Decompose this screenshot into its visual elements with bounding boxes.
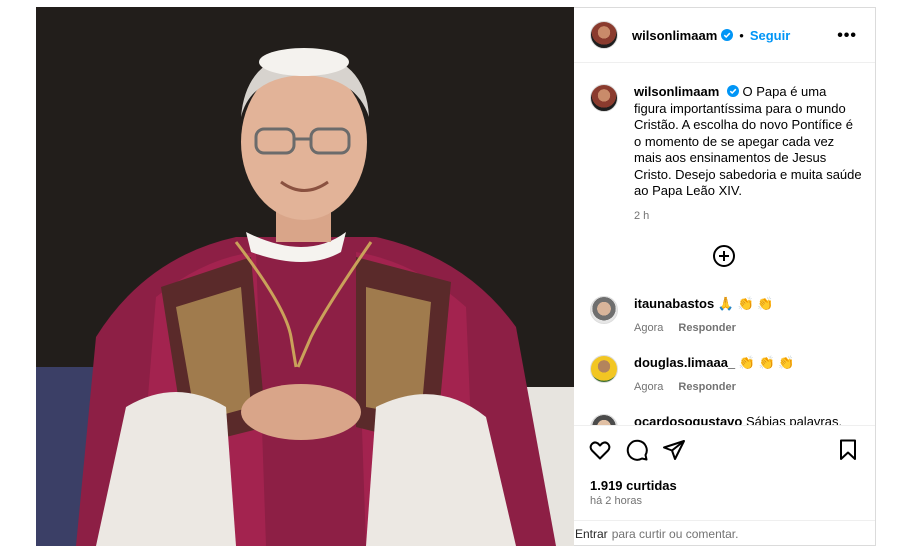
pope-photo-illustration — [36, 7, 574, 546]
caption-text: O Papa é uma figura importantíssima para… — [634, 84, 862, 198]
comment-text: 👏 👏 👏 — [738, 355, 795, 370]
post-header: wilsonlimaam • Seguir ••• — [574, 8, 875, 63]
comment-text: 🙏 👏 👏 — [717, 296, 774, 311]
commenter-avatar[interactable] — [590, 355, 618, 383]
commenter-username[interactable]: itaunabastos — [634, 296, 714, 311]
comment-item: douglas.limaaa_ 👏 👏 👏 Agora Responder — [590, 355, 862, 393]
comment-meta: Agora Responder — [634, 381, 795, 393]
verified-badge-icon — [726, 85, 739, 97]
comment-time: Agora — [634, 381, 664, 393]
commenter-avatar[interactable] — [590, 414, 618, 425]
caption-author-username[interactable]: wilsonlimaam — [634, 84, 719, 99]
comment-meta: Agora Responder — [634, 322, 774, 334]
instagram-post: wilsonlimaam • Seguir ••• wilsonlimaam O… — [36, 7, 876, 546]
add-circle-icon[interactable] — [712, 244, 736, 268]
author-avatar[interactable] — [590, 21, 618, 49]
post-photo[interactable] — [36, 7, 574, 546]
commenter-username[interactable]: ocardosogustavo — [634, 414, 742, 425]
comment-body: douglas.limaaa_ 👏 👏 👏 Agora Responder — [634, 355, 795, 393]
post-caption: wilsonlimaam O Papa é uma figura importa… — [590, 84, 862, 224]
follow-button[interactable]: Seguir — [750, 28, 790, 43]
separator-dot: • — [739, 27, 744, 43]
commenter-avatar[interactable] — [590, 296, 618, 324]
post-side-panel: wilsonlimaam • Seguir ••• wilsonlimaam O… — [574, 7, 876, 546]
share-icon[interactable] — [662, 438, 686, 462]
comment-icon[interactable] — [625, 438, 649, 462]
comment-time: Agora — [634, 322, 664, 334]
post-age: há 2 horas — [590, 495, 642, 507]
more-options-icon[interactable]: ••• — [837, 27, 857, 45]
commenter-username[interactable]: douglas.limaaa_ — [634, 355, 735, 370]
author-username[interactable]: wilsonlimaam — [632, 28, 717, 43]
likes-count[interactable]: 1.919 curtidas — [590, 478, 677, 493]
login-prompt-text: para curtir ou comentar. — [611, 527, 739, 541]
login-link[interactable]: Entrar — [575, 527, 608, 541]
login-prompt: Entrar para curtir ou comentar. — [574, 520, 875, 547]
verified-badge-icon — [721, 29, 734, 41]
reply-button[interactable]: Responder — [678, 381, 735, 393]
action-icons — [588, 438, 860, 464]
comments-section[interactable]: wilsonlimaam O Papa é uma figura importa… — [574, 64, 875, 425]
caption-author-avatar[interactable] — [590, 84, 618, 112]
caption-timestamp: 2 h — [634, 209, 650, 222]
heart-icon[interactable] — [588, 438, 612, 462]
comment-body: itaunabastos 🙏 👏 👏 Agora Responder — [634, 296, 774, 334]
comment-body: ocardosogustavo Sábias palavras, vamos — [634, 414, 862, 425]
caption-body: wilsonlimaam O Papa é uma figura importa… — [634, 84, 862, 224]
comment-item: itaunabastos 🙏 👏 👏 Agora Responder — [590, 296, 862, 334]
comment-item: ocardosogustavo Sábias palavras, vamos — [590, 414, 862, 425]
reply-button[interactable]: Responder — [678, 322, 735, 334]
bookmark-icon[interactable] — [836, 438, 860, 462]
